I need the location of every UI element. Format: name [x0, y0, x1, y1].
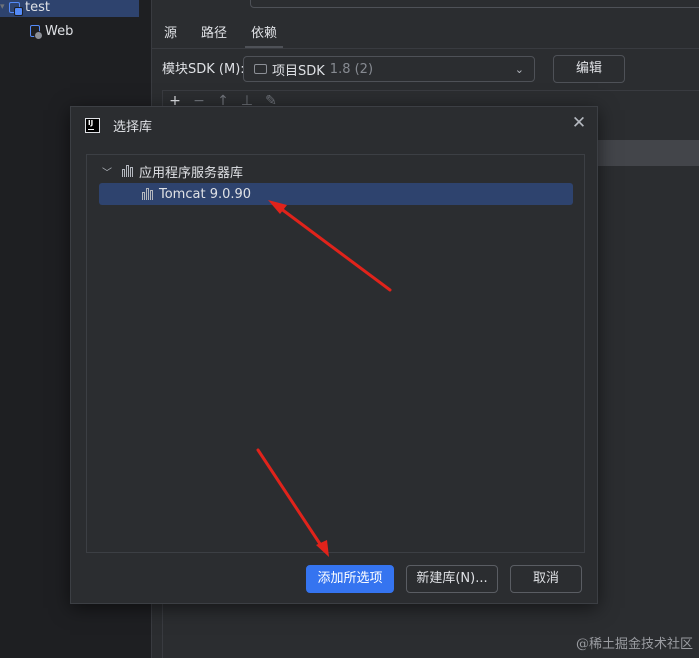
annotation-arrows — [256, 200, 392, 557]
annotation-arrow-line — [256, 448, 326, 552]
watermark: @稀土掘金技术社区 — [575, 637, 693, 652]
annotation-arrow-line — [274, 203, 392, 292]
